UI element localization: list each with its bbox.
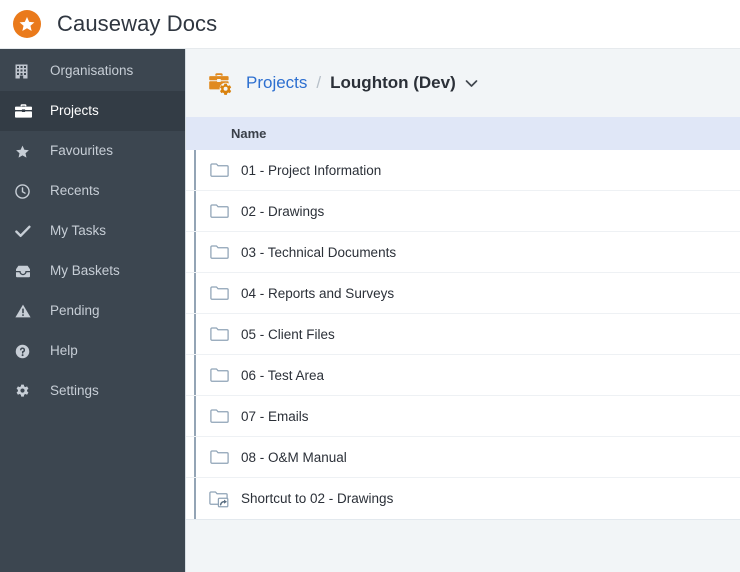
sidebar-item-my-baskets[interactable]: My Baskets	[0, 251, 185, 291]
building-icon	[15, 62, 37, 80]
sidebar-item-settings[interactable]: Settings	[0, 371, 185, 411]
breadcrumb-current: Loughton (Dev)	[330, 73, 456, 92]
app-title: Causeway Docs	[57, 11, 218, 36]
table-cell-name: 05 - Client Files	[241, 326, 335, 342]
table-row[interactable]: 06 - Test Area	[186, 355, 740, 396]
sidebar-item-pending[interactable]: Pending	[0, 291, 185, 331]
table-cell-name: Shortcut to 02 - Drawings	[241, 491, 394, 506]
breadcrumb-separator: /	[316, 73, 322, 92]
sidebar-item-label: Recents	[50, 183, 100, 199]
table-cell-name: 03 - Technical Documents	[241, 244, 397, 260]
warning-icon	[15, 302, 37, 320]
clock-icon	[15, 182, 37, 200]
sidebar-item-label: Favourites	[50, 143, 114, 159]
sidebar-item-my-tasks[interactable]: My Tasks	[0, 211, 185, 251]
folder-icon	[207, 200, 231, 222]
table-row[interactable]: 08 - O&M Manual	[186, 437, 740, 478]
table-cell-name: 08 - O&M Manual	[241, 449, 347, 465]
folder-shortcut-icon	[207, 488, 231, 510]
app-window: Causeway Docs Organisations Projects Fav…	[0, 0, 740, 572]
table-bottom-divider	[186, 519, 740, 520]
sidebar-item-label: My Baskets	[50, 263, 120, 279]
folder-icon	[207, 446, 231, 468]
folder-icon	[207, 364, 231, 386]
table-cell-name: 04 - Reports and Surveys	[241, 285, 395, 301]
sidebar-item-label: Pending	[50, 303, 100, 319]
folder-icon	[207, 282, 231, 304]
star-icon	[15, 142, 37, 160]
table-row[interactable]: 01 - Project Information	[186, 150, 740, 191]
check-icon	[15, 222, 37, 240]
folder-icon	[207, 323, 231, 345]
star-circle-logo-icon[interactable]	[13, 10, 41, 38]
sidebar-item-label: Settings	[50, 383, 99, 399]
table-row[interactable]: 07 - Emails	[186, 396, 740, 437]
table-row[interactable]: 05 - Client Files	[186, 314, 740, 355]
breadcrumb: Projects / Loughton (Dev)	[186, 49, 740, 117]
sidebar-item-label: My Tasks	[50, 223, 107, 239]
gear-icon	[15, 382, 37, 400]
table-row[interactable]: 04 - Reports and Surveys	[186, 273, 740, 314]
table-cell-name: 06 - Test Area	[241, 367, 325, 383]
sidebar-item-label: Organisations	[50, 63, 134, 79]
sidebar-item-projects[interactable]: Projects	[0, 91, 185, 131]
briefcase-icon	[15, 102, 37, 120]
folder-icon	[207, 159, 231, 181]
table-cell-name: 01 - Project Information	[241, 162, 382, 178]
briefcase-gear-icon	[206, 70, 232, 96]
table-row[interactable]: 02 - Drawings	[186, 191, 740, 232]
sidebar-item-help[interactable]: Help	[0, 331, 185, 371]
table-cell-name: 02 - Drawings	[241, 203, 325, 219]
chevron-down-icon[interactable]	[465, 79, 478, 88]
top-header-bar: Causeway Docs	[0, 0, 740, 49]
table-row[interactable]: 03 - Technical Documents	[186, 232, 740, 273]
sidebar-item-organisations[interactable]: Organisations	[0, 51, 185, 91]
file-table: Name 01 - Project Information 02 - Drawi…	[186, 117, 740, 520]
sidebar: Organisations Projects Favourites Recent…	[0, 49, 186, 572]
table-body: 01 - Project Information 02 - Drawings 0…	[186, 150, 740, 519]
table-header-row: Name	[186, 117, 740, 150]
folder-icon	[207, 241, 231, 263]
sidebar-item-favourites[interactable]: Favourites	[0, 131, 185, 171]
sidebar-item-label: Projects	[50, 103, 99, 119]
sidebar-item-recents[interactable]: Recents	[0, 171, 185, 211]
folder-icon	[207, 405, 231, 427]
sidebar-item-label: Help	[50, 343, 78, 359]
column-header-name[interactable]: Name	[231, 126, 266, 141]
table-cell-name: 07 - Emails	[241, 408, 309, 424]
basket-icon	[15, 262, 37, 280]
main-content: Projects / Loughton (Dev) Name 01 - Proj…	[186, 49, 740, 572]
help-icon	[15, 342, 37, 360]
breadcrumb-link-projects[interactable]: Projects	[246, 73, 307, 93]
table-row[interactable]: Shortcut to 02 - Drawings	[186, 478, 740, 519]
